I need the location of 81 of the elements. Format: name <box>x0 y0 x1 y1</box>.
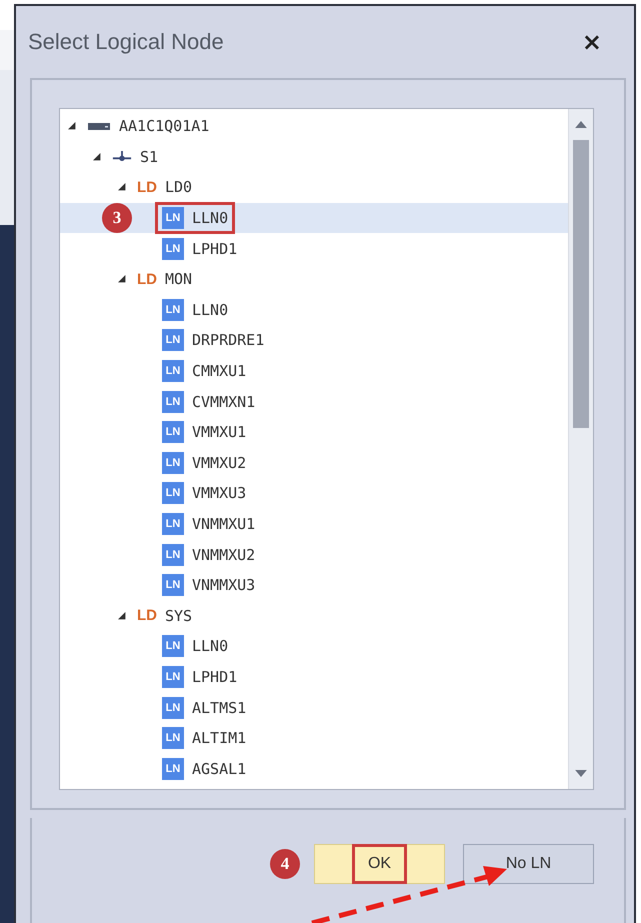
tree-item-label: LLN0 <box>192 209 228 228</box>
expand-toggle-icon[interactable] <box>118 612 126 620</box>
logical-node-badge: LN <box>162 329 184 352</box>
dialog-button[interactable]: OK <box>314 844 445 884</box>
tree-item-label: SYS <box>165 606 192 625</box>
scroll-up-icon[interactable] <box>575 121 587 128</box>
logical-node-badge: LN <box>162 238 184 260</box>
network-icon <box>112 150 132 164</box>
tree-item[interactable]: LN CMMXU1 <box>60 356 568 386</box>
tree-item-label: VNMMXU3 <box>192 576 256 594</box>
tree-item[interactable]: LN VMMXU1 <box>60 416 568 448</box>
tree-item-label: LPHD1 <box>192 668 238 686</box>
tree-item[interactable]: LN LLN0 <box>60 294 568 326</box>
logical-node-badge: LN <box>162 513 184 536</box>
tree-item[interactable]: LN VMMXU3 <box>60 478 568 509</box>
tree-item[interactable]: LN VNMMXU1 <box>60 508 568 540</box>
logical-node-badge: LN <box>162 452 184 474</box>
tree-item-label: VMMXU1 <box>192 423 246 442</box>
tree-item[interactable]: LN CVMMXN1 <box>60 386 568 417</box>
tree-item[interactable]: LN DRPRDRE1 <box>60 325 568 356</box>
tree-item[interactable]: LD LD0 <box>60 172 568 203</box>
logical-node-badge: LN <box>162 390 184 413</box>
logical-node-badge: LN <box>162 727 184 750</box>
tree-item-label: AA1C1Q01A1 <box>119 117 210 136</box>
logical-node-badge: LN <box>162 298 184 321</box>
tree-item-label: VMMXU2 <box>192 454 246 472</box>
expand-toggle-icon[interactable] <box>118 183 126 192</box>
tree-item[interactable]: LN LPHD1 <box>60 233 568 264</box>
expand-toggle-icon[interactable] <box>68 122 76 130</box>
close-button[interactable]: × <box>578 28 606 56</box>
logical-node-badge: LN <box>162 482 184 504</box>
tree-item-label: VNMMXU1 <box>192 515 256 534</box>
scrollbar-thumb[interactable] <box>573 140 589 428</box>
tree-item[interactable]: LD MON <box>60 264 568 295</box>
logical-node-badge: LN <box>162 696 184 719</box>
tree-item-label: ALTMS1 <box>192 698 246 717</box>
logical-node-badge: LN <box>162 421 184 444</box>
tree-item[interactable]: LN LLN0 <box>60 631 568 662</box>
tree-item-label: VMMXU3 <box>192 484 246 502</box>
tree-item-label: MON <box>165 270 192 288</box>
logical-device-label: LD <box>137 178 157 196</box>
logical-node-badge: LN <box>162 574 184 596</box>
tree-item[interactable]: LN VNMMXU3 <box>60 570 568 600</box>
tree-item-label: LLN0 <box>192 300 228 319</box>
tree-item[interactable]: LN ALTIM1 <box>60 722 568 754</box>
tree-item[interactable]: LN LPHD1 <box>60 662 568 692</box>
logical-node-badge: LN <box>162 758 184 780</box>
tree-item-label: LPHD1 <box>192 240 238 258</box>
tree-item[interactable]: LN VNMMXU2 <box>60 539 568 570</box>
tree-item-label: LD0 <box>165 178 192 196</box>
logical-node-badge: LN <box>162 544 184 566</box>
scrollbar[interactable] <box>568 109 593 789</box>
scroll-down-icon[interactable] <box>575 770 587 777</box>
tree-item[interactable]: S1 <box>60 142 568 172</box>
tree-item-label: AGSAL1 <box>192 760 246 778</box>
expand-toggle-icon[interactable] <box>93 152 101 161</box>
logical-device-label: LD <box>137 607 157 624</box>
step-callout: 4 <box>270 848 300 878</box>
tree-item-label: CMMXU1 <box>192 362 246 380</box>
logical-node-badge: LN <box>162 207 184 230</box>
logical-node-badge: LN <box>162 666 184 688</box>
tree-item-label: LLN0 <box>192 637 228 656</box>
expand-toggle-icon[interactable] <box>118 275 126 284</box>
device-icon <box>87 121 111 132</box>
tree-item-label: S1 <box>140 148 158 166</box>
tree-item[interactable]: LN AGSAL1 <box>60 753 568 784</box>
logical-node-badge: LN <box>162 360 184 382</box>
tree-item-label: CVMMXN1 <box>192 392 256 411</box>
step-callout: 3 <box>102 202 132 233</box>
tree-item[interactable]: LN VMMXU2 <box>60 448 568 478</box>
tree-item-label: ALTIM1 <box>192 729 246 748</box>
tree-item[interactable]: 3 LN LLN0 <box>60 202 568 234</box>
tree-item[interactable]: LD SYS <box>60 600 568 632</box>
logical-node-badge: LN <box>162 635 184 658</box>
tree-item[interactable]: AA1C1Q01A1 <box>60 111 568 142</box>
tree-item[interactable]: LN ALTMS1 <box>60 692 568 723</box>
tree-item-label: DRPRDRE1 <box>192 331 264 350</box>
dialog-button[interactable]: No LN <box>463 844 594 884</box>
window-title: Select Logical Node <box>28 29 224 55</box>
logical-device-label: LD <box>137 270 157 288</box>
tree-item-label: VNMMXU2 <box>192 546 256 564</box>
